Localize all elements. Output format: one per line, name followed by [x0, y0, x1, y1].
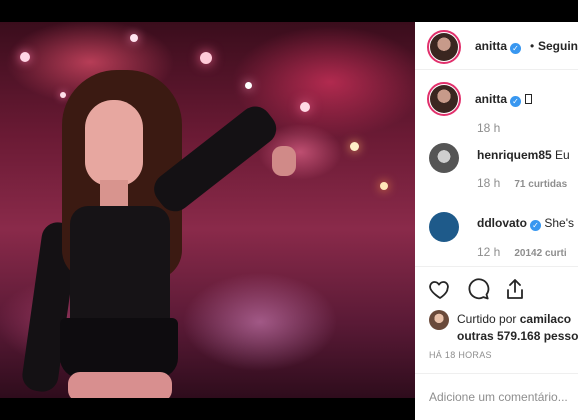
post-header: anitta ✓ • Seguin [415, 22, 578, 70]
comment-row: henriquem85 Eu [477, 148, 570, 162]
likes-line: Curtido por camilaco [457, 312, 571, 326]
comment-time[interactable]: 18 h [477, 176, 500, 190]
comment-input[interactable]: Adicione um comentário... [429, 390, 568, 404]
comment-bubble-icon[interactable] [466, 277, 490, 301]
post-photo[interactable] [0, 22, 415, 398]
likes-others[interactable]: outras 579.168 pesso [457, 329, 578, 343]
likes-prefix: Curtido por [457, 312, 517, 326]
comment-likes[interactable]: 20142 curti [514, 248, 566, 259]
verified-icon: ✓ [510, 96, 522, 107]
separator-dot: • [530, 39, 535, 53]
comment-avatar[interactable] [429, 143, 459, 173]
liker-avatar[interactable] [429, 310, 449, 330]
comment-username[interactable]: henriquem85 [477, 148, 552, 162]
follow-button[interactable]: Seguin [538, 39, 578, 53]
post-time-ago[interactable]: HÁ 18 HORAS [429, 350, 492, 360]
add-comment-bar: Adicione um comentário... [415, 373, 578, 420]
comment-meta: 18 h 71 curtidas [477, 176, 567, 190]
comment-username[interactable]: ddlovato [477, 216, 527, 230]
comment-text: She's [544, 216, 574, 230]
author-username[interactable]: anitta ✓ [475, 39, 522, 54]
comment-row: ddlovato ✓ She's [477, 216, 574, 231]
verified-icon: ✓ [530, 220, 541, 231]
author-avatar[interactable] [427, 30, 461, 64]
comment-time[interactable]: 12 h [477, 245, 500, 259]
verified-icon: ✓ [510, 43, 522, 54]
caption-time[interactable]: 18 h [477, 121, 500, 135]
caption-avatar[interactable] [427, 82, 461, 116]
post-sidebar: anitta ✓ • Seguin anitta ✓ 18 h henriquem8… [415, 22, 578, 420]
post-photo-area [0, 0, 415, 420]
caption-username[interactable]: anitta ✓ [475, 92, 533, 107]
like-heart-icon[interactable] [428, 277, 452, 301]
action-bar [415, 266, 578, 306]
comment-likes[interactable]: 71 curtidas [514, 179, 567, 190]
likes-user[interactable]: camilaco [520, 312, 571, 326]
comment-text: Eu [555, 148, 570, 162]
share-upload-icon[interactable] [503, 277, 527, 301]
comment-meta: 12 h 20142 curti [477, 245, 567, 259]
emoji-glyph-icon [525, 94, 533, 104]
comment-avatar[interactable] [429, 212, 459, 242]
